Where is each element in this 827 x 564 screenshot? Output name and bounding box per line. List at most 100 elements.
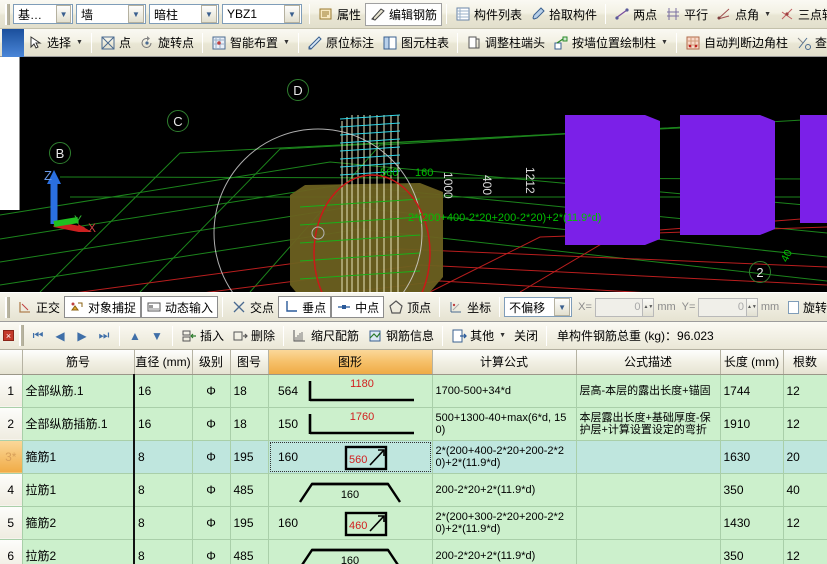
close-button[interactable]: 关闭	[510, 324, 542, 347]
grade-cell[interactable]: Φ	[192, 440, 231, 474]
properties-button[interactable]: 属性	[314, 3, 365, 26]
smart-layout-button[interactable]: 智能布置 ▼	[207, 31, 294, 54]
shape-no-cell[interactable]: 485	[230, 539, 269, 564]
diameter-cell[interactable]: 8	[133, 440, 193, 474]
formula-cell[interactable]: 1700-500+34*d	[432, 374, 577, 408]
grid-bubble-b[interactable]: B	[49, 142, 71, 164]
offset-y-spinner[interactable]: ▲▼	[746, 297, 758, 317]
col-diameter[interactable]: 直径 (mm)	[134, 350, 193, 375]
grade-cell[interactable]: Φ	[192, 374, 231, 408]
shape-diagram[interactable]: 160	[269, 474, 432, 506]
element-column-table-button[interactable]: 图元柱表	[378, 31, 453, 54]
col-formula-desc[interactable]: 公式描述	[576, 350, 721, 375]
row-number-cell[interactable]: 3*	[0, 440, 23, 474]
rebar-name-cell[interactable]: 箍筋1	[22, 440, 135, 474]
perpendicular-snap[interactable]: 垂点	[278, 296, 332, 318]
col-grade[interactable]: 级别	[192, 350, 231, 375]
3d-viewport[interactable]: Z X Y D C B 2 560 160 2*(200+400-2*20+200-2*20…	[0, 57, 827, 292]
rebar-name-cell[interactable]: 全部纵筋插筋.1	[22, 407, 135, 441]
parallel-button[interactable]: 平行	[661, 3, 712, 26]
count-cell[interactable]: 12	[783, 539, 827, 564]
count-cell[interactable]: 40	[783, 473, 827, 507]
grid-bubble-c[interactable]: C	[167, 110, 189, 132]
col-count[interactable]: 根数	[783, 350, 827, 375]
toolbar-drag-handle[interactable]	[19, 325, 24, 346]
shape-diagram[interactable]: 160 460	[269, 507, 432, 539]
col-length[interactable]: 长度 (mm)	[720, 350, 784, 375]
dynamic-input-toggle[interactable]: 动态输入	[141, 296, 219, 318]
three-point-axis-button[interactable]: 三点辅轴▼	[775, 3, 827, 26]
shape-cell[interactable]: 160	[268, 539, 433, 564]
rotate-point-button[interactable]: 旋转点	[135, 31, 198, 54]
table-row[interactable]: 1 全部纵筋.1 16 Φ 18 564 1180 1700-500+34*d 层高-本层的露出…	[0, 374, 827, 408]
row-number-cell[interactable]: 2	[0, 407, 23, 441]
component-list-button[interactable]: 构件列表	[451, 3, 526, 26]
row-number-cell[interactable]: 1	[0, 374, 23, 408]
insert-button[interactable]: 插入	[177, 324, 228, 347]
grade-cell[interactable]: Φ	[192, 506, 231, 540]
length-cell[interactable]: 1910	[720, 407, 784, 441]
orthogonal-toggle[interactable]: 正交	[13, 296, 64, 318]
shape-no-cell[interactable]: 195	[230, 506, 269, 540]
move-down-button[interactable]: ▼	[146, 325, 168, 347]
object-snap-toggle[interactable]: 对象捕捉	[64, 296, 142, 318]
chevron-down-icon[interactable]: ▼	[499, 332, 506, 339]
offset-y-input[interactable]: 0	[698, 297, 747, 317]
chevron-down-icon[interactable]: ▼	[76, 39, 83, 46]
length-cell[interactable]: 1430	[720, 506, 784, 540]
shape-cell[interactable]: 564 1180	[268, 374, 433, 408]
rebar-info-button[interactable]: 钢筋信息	[363, 324, 438, 347]
col-shape[interactable]: 图形	[268, 350, 433, 375]
auto-detect-corner-column-button[interactable]: 自动判断边角柱	[681, 31, 792, 54]
chevron-down-icon[interactable]: ▼	[201, 5, 217, 23]
grid-bubble-d[interactable]: D	[287, 79, 309, 101]
length-cell[interactable]: 350	[720, 473, 784, 507]
rebar-table-container[interactable]: 筋号 直径 (mm) 级别 图号 图形 计算公式 公式描述 长度 (mm) 根数 1 全部纵筋.1…	[0, 350, 827, 564]
adjust-column-end-button[interactable]: 调整柱端头	[462, 31, 549, 54]
length-cell[interactable]: 350	[720, 539, 784, 564]
count-cell[interactable]: 12	[783, 506, 827, 540]
vertex-snap[interactable]: 顶点	[384, 296, 435, 318]
component-subtype-select[interactable]: 暗柱 ▼	[149, 4, 219, 24]
table-row[interactable]: 4 拉筋1 8 Φ 485 160 200-2*20+2*(11.9*d) 350 40	[0, 473, 827, 507]
chevron-down-icon[interactable]: ▼	[128, 5, 144, 23]
formula-desc-cell[interactable]: 层高-本层的露出长度+锚固	[576, 374, 721, 408]
chevron-down-icon[interactable]: ▼	[764, 11, 771, 18]
col-rebar-name[interactable]: 筋号	[22, 350, 135, 375]
formula-desc-cell[interactable]	[576, 440, 721, 474]
count-cell[interactable]: 12	[783, 374, 827, 408]
offset-select[interactable]: 不偏移 ▼	[504, 297, 573, 317]
chevron-down-icon[interactable]: ▼	[56, 5, 71, 23]
draw-column-by-wall-button[interactable]: 按墙位置绘制柱 ▼	[549, 31, 672, 54]
grade-cell[interactable]: Φ	[192, 473, 231, 507]
coordinate-snap[interactable]: 坐标	[444, 296, 495, 318]
shape-cell[interactable]: 160 460	[268, 506, 433, 540]
table-row[interactable]: 6 拉筋2 8 Φ 485 160 200-2*20+2*(11.9*d) 350 12	[0, 539, 827, 564]
count-cell[interactable]: 20	[783, 440, 827, 474]
prev-record-button[interactable]: ◀	[49, 325, 71, 347]
grid-bubble-2[interactable]: 2	[749, 261, 771, 283]
formula-desc-cell[interactable]	[576, 539, 721, 564]
shape-diagram[interactable]: 564 1180	[269, 375, 432, 407]
midpoint-snap[interactable]: 中点	[331, 296, 385, 318]
component-type-select[interactable]: 墙 ▼	[76, 4, 146, 24]
two-point-button[interactable]: 两点	[610, 3, 661, 26]
shape-no-cell[interactable]: 18	[230, 407, 269, 441]
formula-cell[interactable]: 200-2*20+2*(11.9*d)	[432, 539, 577, 564]
shape-cell[interactable]: 160 560	[268, 440, 433, 474]
row-number-cell[interactable]: 4	[0, 473, 23, 507]
shape-diagram[interactable]: 160	[269, 540, 432, 564]
formula-desc-cell[interactable]	[576, 506, 721, 540]
rebar-name-cell[interactable]: 箍筋2	[22, 506, 135, 540]
shape-diagram[interactable]: 160 560	[269, 441, 432, 473]
col-rowno[interactable]	[0, 350, 23, 375]
shape-cell[interactable]: 150 1760	[268, 407, 433, 441]
grade-cell[interactable]: Φ	[192, 539, 231, 564]
next-record-button[interactable]: ▶	[71, 325, 93, 347]
point-angle-button[interactable]: 点角 ▼	[712, 3, 775, 26]
select-button[interactable]: 选择 ▼	[24, 31, 87, 54]
floor-select[interactable]: 基础层 ▼	[13, 4, 73, 24]
rebar-name-cell[interactable]: 拉筋2	[22, 539, 135, 564]
row-number-cell[interactable]: 5	[0, 506, 23, 540]
delete-button[interactable]: 删除	[228, 324, 279, 347]
